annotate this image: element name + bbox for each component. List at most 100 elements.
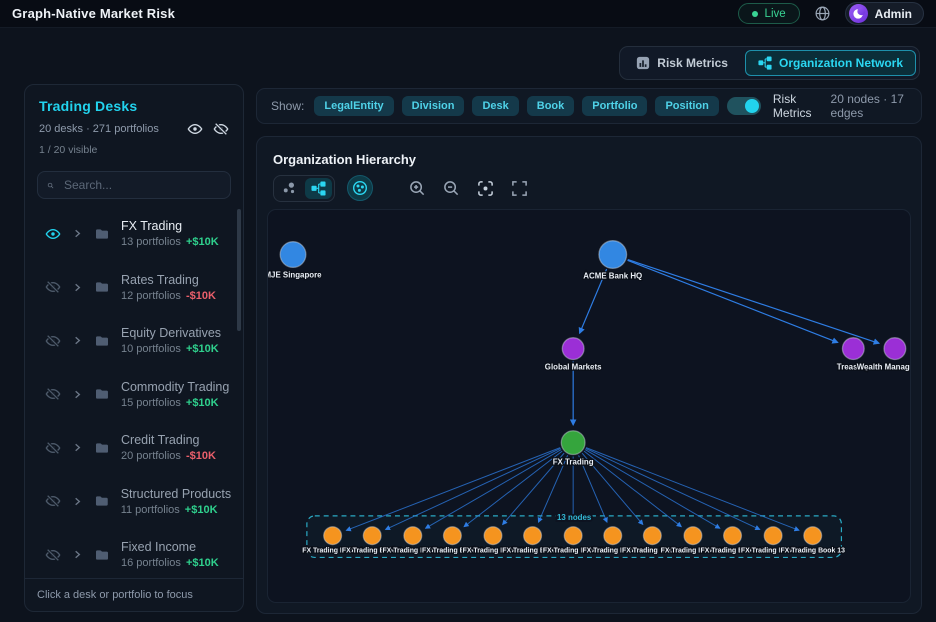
graph-node[interactable] xyxy=(842,338,864,360)
center-focus-button[interactable] xyxy=(473,176,497,200)
graph-node[interactable] xyxy=(764,527,782,545)
desk-name: Commodity Trading xyxy=(121,380,229,394)
admin-avatar xyxy=(849,4,868,23)
fullscreen-button[interactable] xyxy=(507,176,531,200)
desk-visibility-toggle[interactable] xyxy=(45,226,61,242)
graph-node[interactable] xyxy=(363,527,381,545)
graph-toolbar xyxy=(273,175,531,201)
zoom-out-button[interactable] xyxy=(439,176,463,200)
node-type-chip[interactable]: Book xyxy=(527,96,575,116)
desk-pnl: -$10K xyxy=(186,290,216,302)
expand-chevron[interactable] xyxy=(72,335,83,346)
hide-all-button[interactable] xyxy=(213,121,229,137)
eye-off-icon xyxy=(45,386,61,402)
layout-force-button[interactable] xyxy=(276,178,303,199)
desk-row[interactable]: Fixed Income 16 portfolios+$10K xyxy=(25,528,243,578)
expand-chevron[interactable] xyxy=(72,282,83,293)
panel-title: Organization Hierarchy xyxy=(273,152,416,167)
scatter-layout-icon xyxy=(282,181,297,196)
expand-chevron[interactable] xyxy=(72,228,83,239)
graph-node[interactable] xyxy=(804,527,822,545)
graph-node[interactable] xyxy=(484,527,502,545)
desk-visibility-toggle[interactable] xyxy=(45,333,61,349)
desk-row[interactable]: FX Trading 13 portfolios+$10K xyxy=(25,207,243,261)
fullscreen-icon xyxy=(511,180,528,197)
show-all-button[interactable] xyxy=(187,121,203,137)
cluster-icon xyxy=(352,180,368,196)
desk-visibility-toggle[interactable] xyxy=(45,440,61,456)
scrollbar-thumb[interactable] xyxy=(237,209,241,331)
graph-node[interactable] xyxy=(524,527,542,545)
visible-count: 1 / 20 visible xyxy=(39,144,229,156)
desk-pnl: -$10K xyxy=(186,450,216,462)
desk-row[interactable]: Rates Trading 12 portfolios-$10K xyxy=(25,261,243,315)
chevron-right-icon xyxy=(72,335,83,346)
desk-name: Structured Products xyxy=(121,487,229,501)
risk-metrics-toggle-label: Risk Metrics xyxy=(773,92,819,120)
folder-icon xyxy=(94,279,110,295)
desk-visibility-toggle[interactable] xyxy=(45,279,61,295)
admin-button[interactable]: Admin xyxy=(845,2,924,25)
graph-node[interactable] xyxy=(404,527,422,545)
chevron-right-icon xyxy=(72,496,83,507)
folder-icon xyxy=(94,226,110,242)
layout-hierarchy-button[interactable] xyxy=(305,178,332,199)
cluster-button[interactable] xyxy=(347,175,373,201)
view-tabs: Risk Metrics Organization Network xyxy=(619,46,920,80)
graph-node[interactable] xyxy=(643,527,661,545)
graph-node[interactable] xyxy=(724,527,742,545)
globe-button[interactable] xyxy=(814,5,831,22)
graph-node[interactable] xyxy=(599,241,627,269)
node-type-chip[interactable]: Desk xyxy=(472,96,518,116)
desk-pnl: +$10K xyxy=(186,397,219,409)
eye-off-icon xyxy=(45,279,61,295)
desk-row[interactable]: Commodity Trading 15 portfolios+$10K xyxy=(25,368,243,422)
graph-node[interactable] xyxy=(324,527,342,545)
app-title: Graph-Native Market Risk xyxy=(12,6,175,21)
expand-chevron[interactable] xyxy=(72,442,83,453)
chevron-right-icon xyxy=(72,282,83,293)
desk-row[interactable]: Equity Derivatives 10 portfolios+$10K xyxy=(25,314,243,368)
tab-organization-network[interactable]: Organization Network xyxy=(745,50,916,76)
tab-risk-metrics[interactable]: Risk Metrics xyxy=(623,50,741,76)
folder-icon xyxy=(94,333,110,349)
graph-node[interactable] xyxy=(443,527,461,545)
eye-off-icon xyxy=(45,493,61,509)
graph-node[interactable] xyxy=(280,242,306,268)
org-graph[interactable]: MJE SingaporeACME Bank HQGlobal MarketsT… xyxy=(268,210,910,602)
node-type-chip[interactable]: Division xyxy=(402,96,465,116)
graph-node[interactable] xyxy=(604,527,622,545)
graph-node[interactable] xyxy=(884,338,906,360)
graph-node[interactable] xyxy=(561,431,585,455)
desk-row[interactable]: Structured Products 11 portfolios+$10K xyxy=(25,475,243,529)
layout-segmented-control xyxy=(273,175,335,202)
zoom-in-button[interactable] xyxy=(405,176,429,200)
desk-portfolio-count: 12 portfolios xyxy=(121,290,181,302)
desk-row[interactable]: Credit Trading 20 portfolios-$10K xyxy=(25,421,243,475)
graph-canvas[interactable]: MJE SingaporeACME Bank HQGlobal MarketsT… xyxy=(267,209,911,603)
chevron-right-icon xyxy=(72,228,83,239)
expand-chevron[interactable] xyxy=(72,496,83,507)
expand-chevron[interactable] xyxy=(72,389,83,400)
desk-portfolio-count: 11 portfolios xyxy=(121,504,180,516)
organization-hierarchy-panel: Organization Hierarchy xyxy=(256,136,922,614)
graph-node-label: ACME Bank HQ xyxy=(583,271,642,280)
node-type-chip[interactable]: LegalEntity xyxy=(314,96,393,116)
graph-node[interactable] xyxy=(684,527,702,545)
desk-visibility-toggle[interactable] xyxy=(45,386,61,402)
desk-visibility-toggle[interactable] xyxy=(45,547,61,563)
risk-metrics-toggle[interactable] xyxy=(727,97,761,115)
node-type-chip[interactable]: Portfolio xyxy=(582,96,647,116)
node-type-chip[interactable]: Position xyxy=(655,96,718,116)
show-label: Show: xyxy=(271,99,304,113)
live-status-button[interactable]: Live xyxy=(738,3,800,24)
folder-icon xyxy=(94,547,110,563)
admin-label: Admin xyxy=(875,7,912,21)
center-focus-icon xyxy=(477,180,494,197)
graph-node[interactable] xyxy=(564,527,582,545)
desk-visibility-toggle[interactable] xyxy=(45,493,61,509)
expand-chevron[interactable] xyxy=(72,549,83,560)
search-input[interactable] xyxy=(62,177,221,193)
tab-label: Organization Network xyxy=(779,56,903,70)
graph-node[interactable] xyxy=(562,338,584,360)
